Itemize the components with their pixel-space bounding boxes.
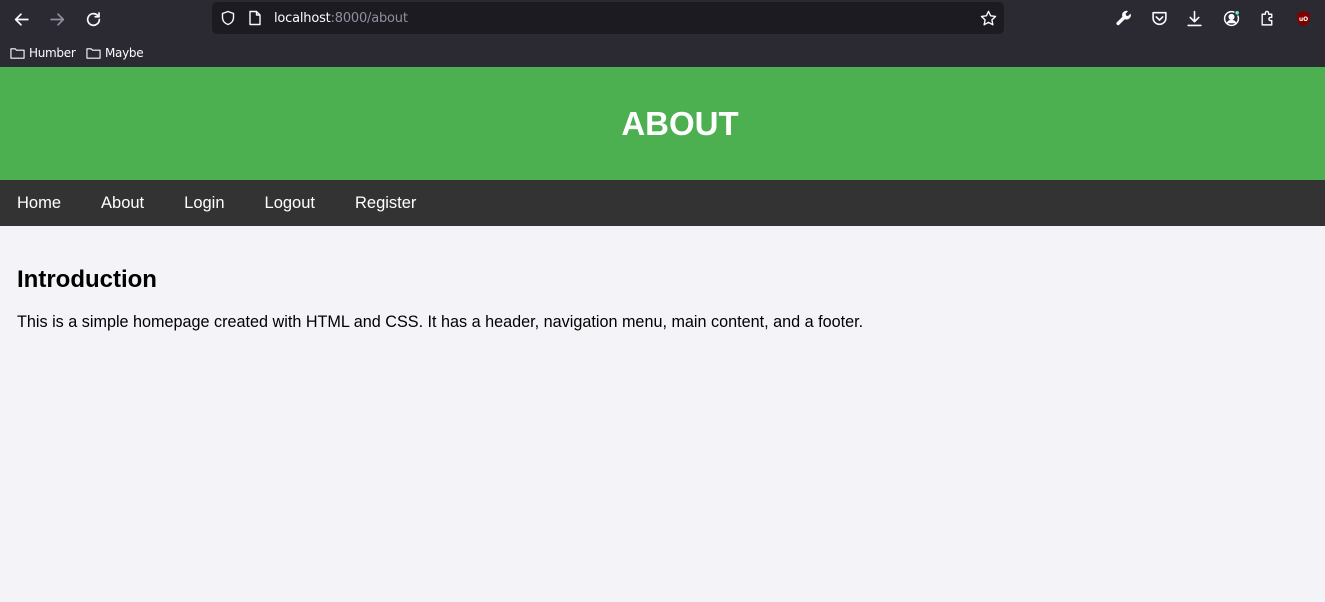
pocket-button[interactable] (1147, 6, 1171, 30)
svg-text:uO: uO (1298, 16, 1307, 22)
shield-icon[interactable] (220, 10, 236, 26)
star-icon (980, 10, 996, 25)
wrench-icon (1115, 10, 1131, 25)
folder-icon (86, 47, 101, 59)
bookmark-label: Maybe (105, 46, 144, 60)
back-arrow-icon (14, 12, 29, 26)
reload-icon (86, 11, 100, 26)
site-nav: Home About Login Logout Register (0, 180, 1325, 226)
url-host: localhost (274, 11, 331, 26)
folder-icon (10, 47, 25, 59)
site-header: ABOUT (0, 67, 1325, 180)
bookmark-label: Humber (29, 46, 76, 60)
tools-button[interactable] (1111, 6, 1135, 30)
nav-link-logout[interactable]: Logout (248, 180, 332, 226)
url-text[interactable]: localhost:8000/about (274, 11, 408, 26)
forward-button[interactable] (43, 5, 71, 33)
reload-button[interactable] (79, 5, 107, 33)
address-bar[interactable]: localhost:8000/about (212, 2, 1004, 34)
intro-paragraph: This is a simple homepage created with H… (17, 313, 864, 331)
url-path: :8000/about (330, 11, 408, 26)
download-icon (1186, 10, 1202, 26)
ublock-icon: uO (1296, 10, 1310, 26)
nav-link-register[interactable]: Register (338, 180, 433, 226)
page-title: ABOUT (621, 104, 739, 142)
ublock-button[interactable]: uO (1291, 6, 1315, 30)
page-icon[interactable] (248, 10, 262, 26)
bookmarks-bar: Humber Maybe (0, 37, 1325, 67)
browser-toolbar: localhost:8000/about uO (0, 0, 1325, 37)
back-button[interactable] (7, 5, 35, 33)
bookmark-star-button[interactable] (978, 8, 998, 28)
bookmark-folder-humber[interactable]: Humber (10, 43, 76, 63)
account-button[interactable] (1219, 6, 1243, 30)
main-content: Introduction This is a simple homepage c… (0, 226, 1325, 372)
downloads-button[interactable] (1182, 6, 1206, 30)
extensions-button[interactable] (1255, 6, 1279, 30)
nav-link-login[interactable]: Login (167, 180, 241, 226)
account-icon (1223, 9, 1240, 26)
bookmark-folder-maybe[interactable]: Maybe (86, 43, 144, 63)
nav-link-home[interactable]: Home (0, 180, 78, 226)
nav-link-about[interactable]: About (84, 180, 161, 226)
browser-chrome: localhost:8000/about uO Humber Maybe (0, 0, 1325, 67)
section-heading: Introduction (17, 266, 157, 293)
forward-arrow-icon (49, 12, 64, 26)
pocket-icon (1151, 11, 1167, 25)
extensions-icon (1260, 10, 1272, 26)
